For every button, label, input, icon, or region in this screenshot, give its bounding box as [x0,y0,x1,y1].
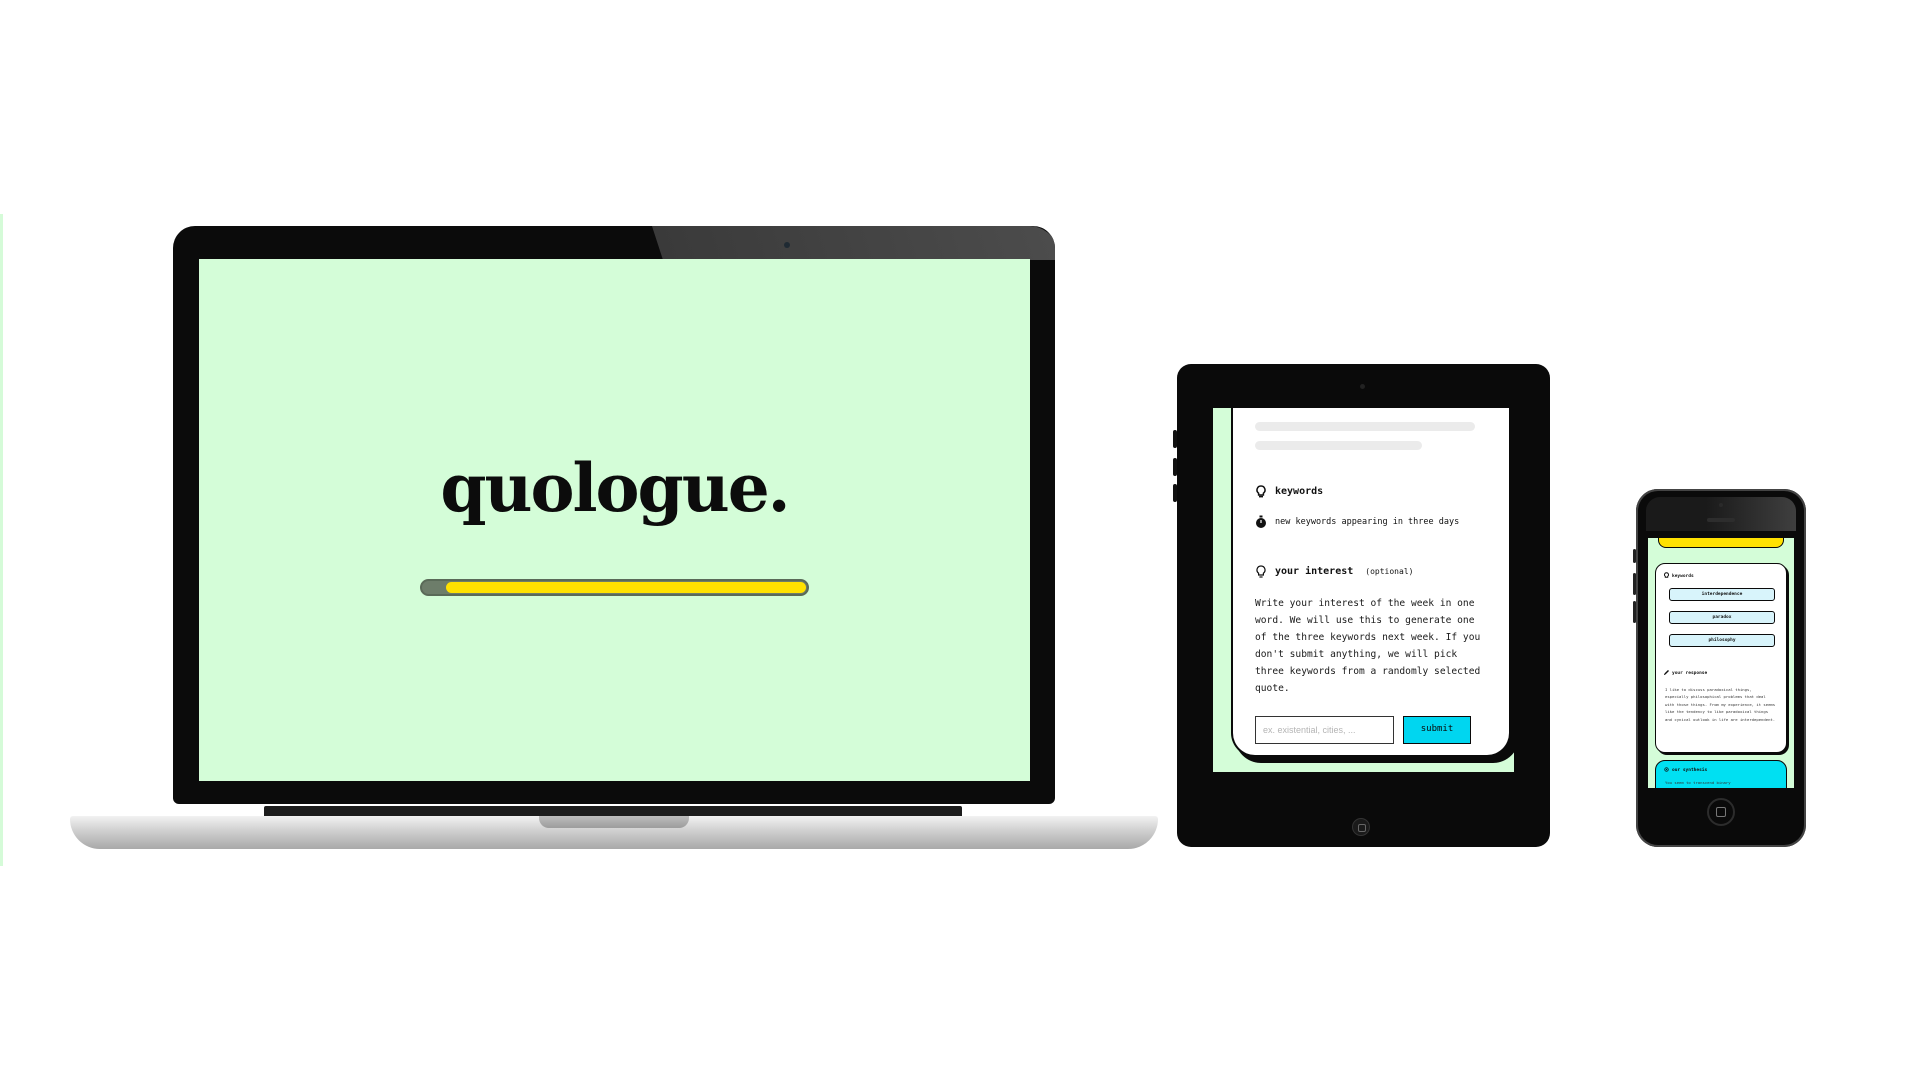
phone-response-heading: your response [1663,669,1708,677]
synthesis-title: our synthesis [1672,768,1708,773]
laptop-camera [784,242,790,248]
skeleton-line [1255,422,1475,431]
interest-description: Write your interest of the week in one w… [1255,598,1481,694]
stopwatch-icon [1255,515,1267,529]
phone-side-button [1633,601,1636,623]
lightbulb-icon [1255,484,1267,498]
phone-screen: keywords interdependence paradox philoso… [1648,538,1794,788]
phone-speaker [1707,518,1735,522]
keywords-title: keywords [1275,485,1324,497]
interest-card: keywords new keywords appearing in three… [1231,408,1511,757]
submit-button[interactable]: submit [1403,716,1471,744]
timer-row: new keywords appearing in three days [1255,515,1459,529]
phone-progress-bar [1658,538,1784,548]
loading-progress-bar [420,579,809,596]
tablet-device: keywords new keywords appearing in three… [1173,364,1550,847]
keyword-pill[interactable]: paradox [1669,611,1775,624]
laptop-lid: quologue. [173,226,1055,804]
tablet-side-button [1173,430,1177,448]
lightbulb-icon [1664,572,1669,581]
tablet-side-button [1173,458,1177,476]
pencil-icon [1663,669,1670,677]
phone-response-text: I like to discuss paradoxical things, es… [1665,687,1776,722]
lightbulb-outline-icon [1255,564,1267,578]
phone-keywords-heading: keywords [1664,572,1694,581]
timer-text: new keywords appearing in three days [1275,517,1460,527]
phone-home-button [1707,798,1735,826]
tablet-camera [1360,384,1365,389]
laptop-screen: quologue. [199,259,1030,781]
interest-input[interactable]: ex. existential, cities, ... [1255,716,1394,744]
synthesis-text: You seem to transcend binary [1665,780,1731,785]
skeleton-line [1255,441,1422,450]
synthesis-card: our synthesis You seem to transcend bina… [1655,760,1787,788]
keyword-pill[interactable]: philosophy [1669,634,1775,647]
keywords-heading: keywords [1255,484,1323,498]
laptop-notch [539,816,689,828]
laptop-glare [651,226,1055,260]
phone-side-button [1633,549,1636,563]
tablet-screen: keywords new keywords appearing in three… [1213,408,1514,772]
interest-heading: your interest (optional) [1255,564,1413,578]
synthesis-heading: our synthesis [1664,767,1707,774]
phone-keywords-title: keywords [1672,574,1694,579]
phone-side-button [1633,573,1636,595]
response-card: keywords interdependence paradox philoso… [1655,563,1787,753]
interest-title: your interest [1275,565,1354,577]
phone-camera [1719,503,1723,507]
keyword-pill[interactable]: interdependence [1669,588,1775,601]
phone-response-title: your response [1672,671,1708,676]
tablet-home-button [1352,818,1370,836]
loading-progress-fill [446,582,806,593]
background-strip [0,214,3,866]
tablet-side-button [1173,484,1177,502]
interest-optional: (optional) [1365,566,1414,576]
device-mockup-stage: quologue. keywords new keywords appearin… [0,0,1920,1080]
gear-icon [1664,767,1669,774]
phone-device: keywords interdependence paradox philoso… [1633,489,1806,847]
app-logo: quologue. [440,449,790,527]
